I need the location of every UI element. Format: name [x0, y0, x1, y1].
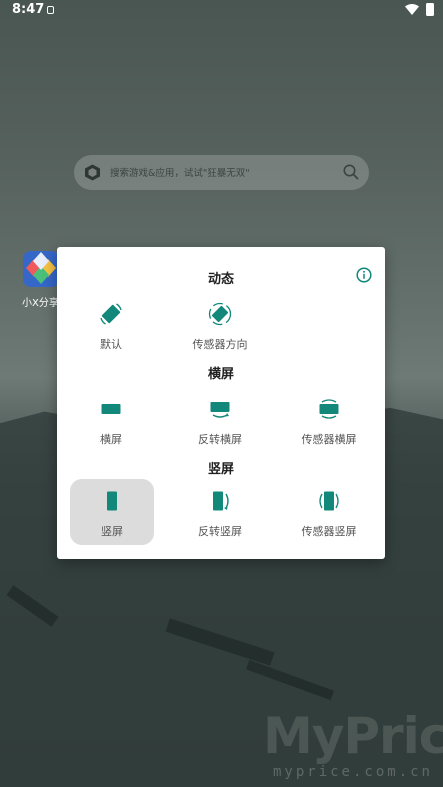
watermark-subtitle: myprice.com.cn: [272, 764, 433, 780]
landscape-icon: [101, 404, 121, 414]
watermark: MyPrice myprice.com.cn: [263, 708, 443, 780]
section-title-portrait: 竖屏: [207, 462, 234, 477]
option-reverse-landscape[interactable]: 反转横屏: [178, 387, 262, 453]
sensor-portrait-icon: [319, 491, 339, 511]
option-label: 传感器竖屏: [301, 525, 357, 538]
option-label: 反转横屏: [198, 433, 242, 446]
option-reverse-portrait[interactable]: 反转竖屏: [178, 479, 262, 545]
notification-icon: [47, 6, 54, 14]
option-label: 反转竖屏: [198, 525, 242, 538]
section-title-landscape: 横屏: [207, 367, 234, 382]
search-bar[interactable]: 搜索游戏&应用，试试"狂暴无双": [74, 155, 369, 190]
info-icon[interactable]: [356, 267, 372, 283]
option-sensor-rotation[interactable]: 传感器方向: [178, 292, 262, 358]
rotate-default-icon: [100, 303, 122, 325]
option-landscape[interactable]: 横屏: [69, 387, 153, 453]
option-label: 默认: [100, 338, 122, 351]
option-default[interactable]: 默认: [69, 292, 153, 358]
battery-icon: [426, 3, 434, 16]
sensor-rotate-icon: [208, 302, 232, 326]
option-label: 传感器横屏: [301, 433, 357, 446]
app-logo-icon: [23, 251, 59, 287]
status-bar: 8:47: [0, 0, 443, 22]
option-label: 竖屏: [101, 525, 123, 538]
option-label: 传感器方向: [192, 338, 248, 351]
status-time: 8:47: [12, 2, 45, 17]
option-sensor-landscape[interactable]: 传感器横屏: [287, 387, 371, 453]
orientation-dialog: 动态 默认 传感器方向 横屏 横屏 反转横屏 传感器横屏 竖屏 竖屏 反转竖屏 …: [57, 247, 385, 559]
watermark-title: MyPrice: [263, 707, 443, 765]
search-placeholder[interactable]: 搜索游戏&应用，试试"狂暴无双": [110, 165, 250, 179]
store-logo-icon: [85, 164, 100, 181]
portrait-icon: [107, 491, 117, 511]
option-portrait[interactable]: 竖屏: [70, 479, 154, 545]
option-label: 横屏: [100, 433, 122, 446]
option-sensor-portrait[interactable]: 传感器竖屏: [287, 479, 371, 545]
sensor-landscape-icon: [319, 399, 339, 419]
reverse-landscape-icon: [210, 402, 230, 418]
wifi-icon: [405, 4, 419, 15]
app-label: 小X分享: [22, 298, 59, 309]
search-icon[interactable]: [343, 164, 359, 180]
app-icon[interactable]: [23, 251, 59, 287]
section-title-dynamic: 动态: [207, 272, 234, 287]
reverse-portrait-icon: [213, 491, 229, 511]
